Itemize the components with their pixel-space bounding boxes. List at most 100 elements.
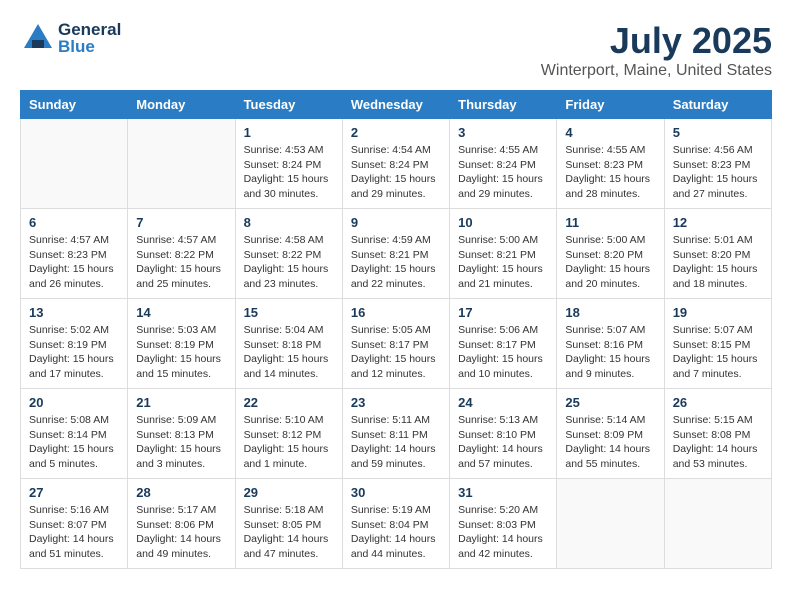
day-info: Sunrise: 5:07 AM Sunset: 8:16 PM Dayligh… [565, 323, 655, 382]
day-info: Sunrise: 5:13 AM Sunset: 8:10 PM Dayligh… [458, 413, 548, 472]
logo-general-text: General [58, 21, 121, 38]
day-number: 18 [565, 305, 655, 320]
calendar-cell: 17Sunrise: 5:06 AM Sunset: 8:17 PM Dayli… [450, 299, 557, 389]
calendar-cell [557, 479, 664, 569]
day-number: 21 [136, 395, 226, 410]
calendar-cell: 20 Sunrise: 5:08 AM Sunset: 8:14 PM Dayli… [21, 389, 128, 479]
day-info: Sunrise: 5:19 AM Sunset: 8:04 PM Dayligh… [351, 503, 441, 562]
calendar-cell: 24 Sunrise: 5:13 AM Sunset: 8:10 PM Dayli… [450, 389, 557, 479]
weekday-header-sunday: Sunday [21, 91, 128, 119]
day-info: Sunrise: 5:03 AM Sunset: 8:19 PM Dayligh… [136, 323, 226, 382]
day-info: Sunrise: 5:08 AM Sunset: 8:14 PM Dayligh… [29, 413, 119, 472]
day-info: Sunrise: 5:20 AM Sunset: 8:03 PM Dayligh… [458, 503, 548, 562]
day-number: 24 [458, 395, 548, 410]
page-header: General Blue July 2025 Winterport, Maine… [20, 20, 772, 80]
day-info: Sunrise: 5:00 AM Sunset: 8:21 PM Dayligh… [458, 233, 548, 292]
day-number: 4 [565, 125, 655, 140]
calendar-cell: 21 Sunrise: 5:09 AM Sunset: 8:13 PM Dayli… [128, 389, 235, 479]
calendar-cell: 30 Sunrise: 5:19 AM Sunset: 8:04 PM Dayli… [342, 479, 449, 569]
calendar-cell: 28 Sunrise: 5:17 AM Sunset: 8:06 PM Dayli… [128, 479, 235, 569]
weekday-header-row: SundayMondayTuesdayWednesdayThursdayFrid… [21, 91, 772, 119]
calendar-cell: 1Sunrise: 4:53 AM Sunset: 8:24 PM Daylig… [235, 119, 342, 209]
day-number: 2 [351, 125, 441, 140]
day-number: 8 [244, 215, 334, 230]
calendar-cell: 22Sunrise: 5:10 AM Sunset: 8:12 PM Dayli… [235, 389, 342, 479]
day-info: Sunrise: 4:59 AM Sunset: 8:21 PM Dayligh… [351, 233, 441, 292]
calendar-cell: 8 Sunrise: 4:58 AM Sunset: 8:22 PM Daylig… [235, 209, 342, 299]
weekday-header-saturday: Saturday [664, 91, 771, 119]
calendar-cell: 27 Sunrise: 5:16 AM Sunset: 8:07 PM Dayli… [21, 479, 128, 569]
day-number: 31 [458, 485, 548, 500]
day-info: Sunrise: 5:18 AM Sunset: 8:05 PM Dayligh… [244, 503, 334, 562]
week-row-4: 20 Sunrise: 5:08 AM Sunset: 8:14 PM Dayli… [21, 389, 772, 479]
day-number: 17 [458, 305, 548, 320]
day-info: Sunrise: 5:11 AM Sunset: 8:11 PM Dayligh… [351, 413, 441, 472]
day-info: Sunrise: 5:10 AM Sunset: 8:12 PM Dayligh… [244, 413, 334, 472]
day-number: 5 [673, 125, 763, 140]
calendar-cell [21, 119, 128, 209]
day-info: Sunrise: 5:14 AM Sunset: 8:09 PM Dayligh… [565, 413, 655, 472]
day-info: Sunrise: 4:55 AM Sunset: 8:23 PM Dayligh… [565, 143, 655, 202]
logo-icon [20, 20, 56, 56]
day-info: Sunrise: 4:54 AM Sunset: 8:24 PM Dayligh… [351, 143, 441, 202]
location-subtitle: Winterport, Maine, United States [541, 62, 772, 80]
day-info: Sunrise: 5:04 AM Sunset: 8:18 PM Dayligh… [244, 323, 334, 382]
day-info: Sunrise: 5:16 AM Sunset: 8:07 PM Dayligh… [29, 503, 119, 562]
calendar-cell: 25 Sunrise: 5:14 AM Sunset: 8:09 PM Dayli… [557, 389, 664, 479]
week-row-2: 6Sunrise: 4:57 AM Sunset: 8:23 PM Daylig… [21, 209, 772, 299]
day-number: 7 [136, 215, 226, 230]
calendar-cell: 16Sunrise: 5:05 AM Sunset: 8:17 PM Dayli… [342, 299, 449, 389]
calendar-cell: 13Sunrise: 5:02 AM Sunset: 8:19 PM Dayli… [21, 299, 128, 389]
day-info: Sunrise: 4:55 AM Sunset: 8:24 PM Dayligh… [458, 143, 548, 202]
day-number: 10 [458, 215, 548, 230]
day-info: Sunrise: 4:57 AM Sunset: 8:22 PM Dayligh… [136, 233, 226, 292]
day-info: Sunrise: 5:15 AM Sunset: 8:08 PM Dayligh… [673, 413, 763, 472]
logo: General Blue [20, 20, 121, 56]
calendar-cell: 6Sunrise: 4:57 AM Sunset: 8:23 PM Daylig… [21, 209, 128, 299]
day-number: 11 [565, 215, 655, 230]
calendar-cell [664, 479, 771, 569]
day-info: Sunrise: 5:05 AM Sunset: 8:17 PM Dayligh… [351, 323, 441, 382]
calendar-cell: 15 Sunrise: 5:04 AM Sunset: 8:18 PM Dayli… [235, 299, 342, 389]
calendar-cell: 9 Sunrise: 4:59 AM Sunset: 8:21 PM Daylig… [342, 209, 449, 299]
day-number: 27 [29, 485, 119, 500]
weekday-header-tuesday: Tuesday [235, 91, 342, 119]
weekday-header-thursday: Thursday [450, 91, 557, 119]
calendar-cell: 3 Sunrise: 4:55 AM Sunset: 8:24 PM Daylig… [450, 119, 557, 209]
day-number: 13 [29, 305, 119, 320]
logo-blue-text: Blue [58, 38, 121, 55]
day-number: 15 [244, 305, 334, 320]
day-number: 26 [673, 395, 763, 410]
calendar-cell [128, 119, 235, 209]
day-info: Sunrise: 5:01 AM Sunset: 8:20 PM Dayligh… [673, 233, 763, 292]
calendar-cell: 11 Sunrise: 5:00 AM Sunset: 8:20 PM Dayli… [557, 209, 664, 299]
day-info: Sunrise: 5:17 AM Sunset: 8:06 PM Dayligh… [136, 503, 226, 562]
calendar-cell: 2 Sunrise: 4:54 AM Sunset: 8:24 PM Daylig… [342, 119, 449, 209]
day-number: 1 [244, 125, 334, 140]
day-number: 30 [351, 485, 441, 500]
calendar-cell: 10 Sunrise: 5:00 AM Sunset: 8:21 PM Dayli… [450, 209, 557, 299]
day-number: 9 [351, 215, 441, 230]
day-info: Sunrise: 5:00 AM Sunset: 8:20 PM Dayligh… [565, 233, 655, 292]
day-number: 3 [458, 125, 548, 140]
calendar-cell: 26 Sunrise: 5:15 AM Sunset: 8:08 PM Dayli… [664, 389, 771, 479]
week-row-5: 27 Sunrise: 5:16 AM Sunset: 8:07 PM Dayli… [21, 479, 772, 569]
calendar-cell: 29 Sunrise: 5:18 AM Sunset: 8:05 PM Dayli… [235, 479, 342, 569]
month-year-title: July 2025 [541, 20, 772, 62]
calendar-cell: 7 Sunrise: 4:57 AM Sunset: 8:22 PM Daylig… [128, 209, 235, 299]
day-number: 29 [244, 485, 334, 500]
day-number: 12 [673, 215, 763, 230]
day-info: Sunrise: 4:58 AM Sunset: 8:22 PM Dayligh… [244, 233, 334, 292]
day-info: Sunrise: 5:09 AM Sunset: 8:13 PM Dayligh… [136, 413, 226, 472]
day-number: 23 [351, 395, 441, 410]
day-number: 19 [673, 305, 763, 320]
day-number: 28 [136, 485, 226, 500]
title-section: July 2025 Winterport, Maine, United Stat… [541, 20, 772, 80]
day-number: 25 [565, 395, 655, 410]
calendar-cell: 31 Sunrise: 5:20 AM Sunset: 8:03 PM Dayli… [450, 479, 557, 569]
calendar-cell: 12 Sunrise: 5:01 AM Sunset: 8:20 PM Dayli… [664, 209, 771, 299]
calendar-table: SundayMondayTuesdayWednesdayThursdayFrid… [20, 90, 772, 569]
day-number: 14 [136, 305, 226, 320]
day-number: 20 [29, 395, 119, 410]
weekday-header-wednesday: Wednesday [342, 91, 449, 119]
